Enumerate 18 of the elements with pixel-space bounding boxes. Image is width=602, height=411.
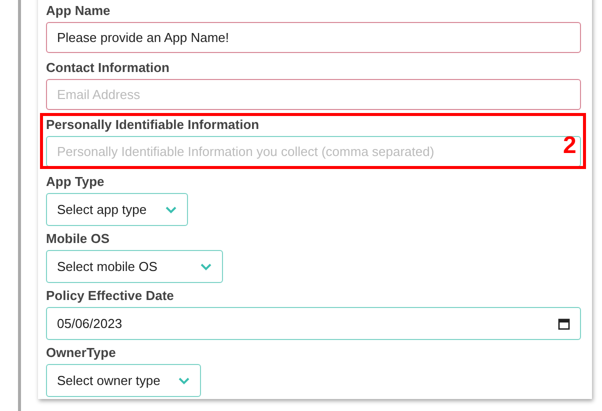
field-label: App Name (46, 3, 110, 19)
field-label: Contact Information (46, 60, 170, 76)
chevron-down-icon (178, 376, 190, 384)
calendar-icon[interactable] (558, 318, 570, 330)
chevron-down-icon (200, 262, 212, 270)
date-field[interactable]: 05/06/2023 (46, 307, 581, 340)
text-field[interactable]: Please provide an App Name! (46, 22, 581, 53)
callout-number: 2 (563, 134, 576, 158)
select-dropdown[interactable]: Select owner type (46, 364, 201, 397)
field-label: OwnerType (46, 345, 116, 361)
text-field[interactable]: Email Address (46, 79, 581, 110)
field-label: Personally Identifiable Information (46, 117, 260, 133)
field-label: Policy Effective Date (46, 288, 174, 304)
select-dropdown[interactable]: Select mobile OS (46, 250, 223, 283)
chevron-down-icon (165, 206, 177, 214)
field-label: App Type (46, 174, 104, 190)
field-label: Mobile OS (46, 231, 110, 247)
select-dropdown[interactable]: Select app type (46, 193, 188, 226)
